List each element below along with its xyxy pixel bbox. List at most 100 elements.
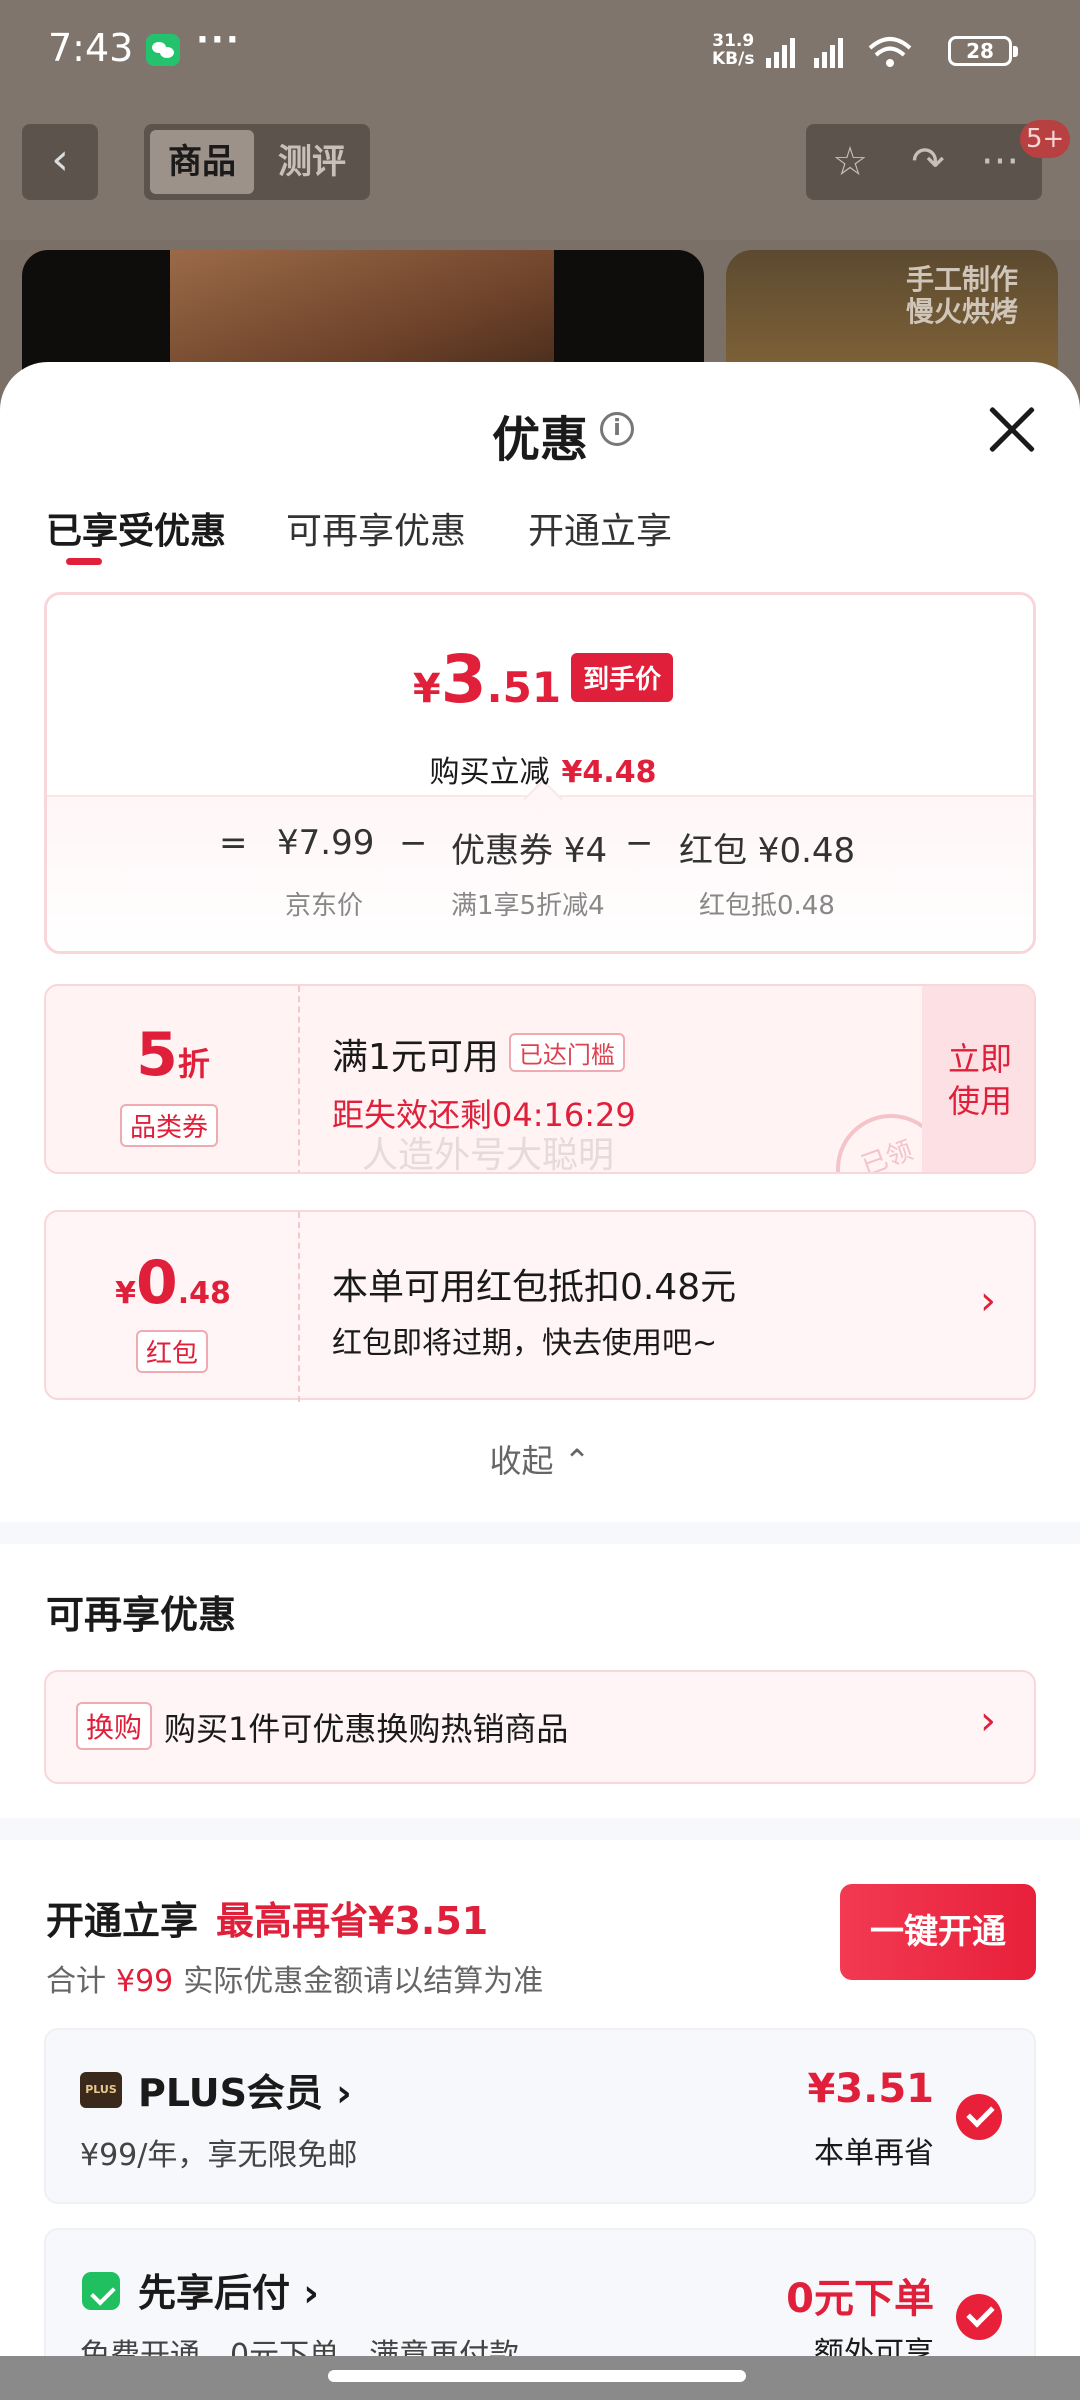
- battery-icon: 28: [948, 36, 1018, 66]
- thumbnail-caption: 手工制作 慢火烘烤: [906, 264, 1018, 328]
- coupon-details: 满1元可用 已达门槛 距失效还剩04:16:29: [332, 1028, 636, 1136]
- tab-enjoyed[interactable]: 已享受优惠: [46, 502, 226, 554]
- pay-later-name[interactable]: 先享后付 ›: [138, 2262, 319, 2317]
- star-icon[interactable]: ☆: [820, 134, 880, 190]
- plus-member-card[interactable]: PLUS PLUS会员 › ¥99/年，享无限免邮 ¥3.51 本单再省: [44, 2028, 1036, 2204]
- chevron-right-icon: ›: [980, 1278, 996, 1324]
- formula-minus: −: [399, 823, 428, 863]
- share-icon[interactable]: ↷: [898, 134, 958, 190]
- plus-member-note: 本单再省: [814, 2136, 934, 2171]
- network-speed-value: 31.9: [712, 31, 755, 51]
- network-speed-unit: KB/s: [712, 49, 755, 69]
- open-enjoy-title-text: 开通立享: [46, 1899, 199, 1943]
- coupon-condition: 满1元可用 已达门槛: [332, 1028, 636, 1080]
- red-packet-integer: 0: [135, 1248, 178, 1318]
- product-nav-bar: ‹ 商品 测评 ☆ ↷ ··· 5+: [0, 100, 1080, 240]
- final-price-decimal: .51: [486, 663, 562, 712]
- coupon-discount-unit: 折: [177, 1045, 210, 1083]
- sheet-title: 优惠: [491, 412, 588, 468]
- tab-review[interactable]: 测评: [260, 130, 364, 194]
- coupon-label: 满1享5折减4: [451, 891, 605, 921]
- formula-equals: =: [219, 823, 248, 863]
- section-divider: [0, 1522, 1080, 1544]
- red-packet-details: 本单可用红包抵扣0.48元 红包即将过期，快去使用吧~: [332, 1258, 736, 1362]
- swap-offer-row[interactable]: 换购 购买1件可优惠换购热销商品 ›: [44, 1670, 1036, 1784]
- total-label: 合计: [46, 1964, 106, 1999]
- more-discounts-title: 可再享优惠: [46, 1593, 237, 1637]
- price-summary-card: = ¥7.99 − 优惠券 ¥4 − 红包 ¥0.48 京东价 满1享5折减4 …: [44, 592, 1036, 954]
- coupon-discount: 5折: [46, 1020, 300, 1090]
- one-click-open-button[interactable]: 一键开通: [840, 1884, 1036, 1980]
- active-tab-indicator: [66, 558, 102, 565]
- thumbnail-caption-line1: 手工制作: [905, 263, 1018, 296]
- tab-open-enjoy[interactable]: 开通立享: [528, 502, 672, 554]
- final-price-currency: ¥: [412, 666, 441, 712]
- instant-reduction-label: 购买立减: [429, 755, 550, 790]
- open-enjoy-title: 开通立享 最高再省¥3.51: [46, 1890, 488, 1945]
- red-packet-subtitle: 红包即将过期，快去使用吧~: [332, 1326, 718, 1361]
- instant-reduction-amount: ¥4.48: [561, 755, 657, 790]
- total-amount: ¥99: [116, 1964, 174, 1999]
- watermark: 人造外号大聪明: [362, 1135, 615, 1174]
- price-breakdown: = ¥7.99 − 优惠券 ¥4 − 红包 ¥0.48 京东价 满1享5折减4 …: [47, 795, 1033, 951]
- coupon-condition-text: 满1元可用: [332, 1037, 499, 1078]
- checked-icon[interactable]: [956, 2094, 1002, 2140]
- red-packet-amount: ¥0.48: [46, 1248, 300, 1318]
- threshold-met-badge: 已达门槛: [508, 1033, 625, 1072]
- close-button[interactable]: [984, 402, 1040, 458]
- tab-more-discounts[interactable]: 可再享优惠: [286, 502, 466, 554]
- price-summary-box: = ¥7.99 − 优惠券 ¥4 − 红包 ¥0.48 京东价 满1享5折减4 …: [44, 592, 1036, 954]
- coupon-card: 5折 品类券 满1元可用 已达门槛 距失效还剩04:16:29 人造外号大聪明 已…: [44, 984, 1036, 1174]
- coupon-discount-value: 5: [136, 1020, 178, 1090]
- red-packet-currency: ¥: [115, 1276, 136, 1311]
- formula-red-packet: 红包 ¥0.48: [679, 831, 856, 871]
- formula-minus: −: [625, 823, 654, 863]
- network-speed: 31.9 KB/s: [712, 32, 754, 68]
- instant-reduction: 购买立减 ¥4.48: [47, 747, 1033, 791]
- info-icon[interactable]: i: [600, 412, 634, 446]
- status-bar: 7:43 ··· 31.9 KB/s 28: [0, 0, 1080, 100]
- open-enjoy-subtitle: 合计 ¥99 实际优惠金额请以结算为准: [46, 1956, 543, 2000]
- thumbnail-caption-line2: 慢火烘烤: [905, 295, 1018, 328]
- status-time: 7:43: [48, 26, 134, 70]
- red-packet-value-area: ¥0.48 红包: [46, 1212, 300, 1402]
- coupon-type-tag: 品类券: [120, 1104, 219, 1147]
- plus-logo-icon: PLUS: [80, 2072, 122, 2108]
- final-price-integer: 3: [440, 641, 487, 718]
- checked-icon[interactable]: [956, 2294, 1002, 2340]
- message-badge: 5+: [1020, 120, 1071, 158]
- home-indicator[interactable]: [328, 2370, 746, 2382]
- signal-wifi-icons: [766, 37, 912, 68]
- jd-price-label: 京东价: [285, 891, 364, 921]
- back-button[interactable]: ‹: [22, 124, 98, 200]
- discount-sheet: 优惠 i 已享受优惠 可再享优惠 开通立享 = ¥7.99 − 优惠券 ¥4 −…: [0, 362, 1080, 2400]
- use-coupon-button[interactable]: 立即 使用: [922, 986, 1034, 1172]
- chevron-right-icon: ›: [980, 1698, 996, 1744]
- use-coupon-label-line2: 使用: [947, 1082, 1012, 1120]
- wechat-notification-icon: [146, 34, 180, 66]
- red-packet-label: 红包抵0.48: [699, 891, 835, 921]
- collapse-button[interactable]: 收起 ⌃: [0, 1436, 1080, 1482]
- final-price: ¥3.51 到手价: [47, 641, 1033, 718]
- nav-actions: ☆ ↷ ···: [806, 124, 1042, 200]
- red-packet-card[interactable]: ¥0.48 红包 本单可用红包抵扣0.48元 红包即将过期，快去使用吧~ ›: [44, 1210, 1036, 1402]
- max-save-text: 最高再省¥3.51: [216, 1899, 489, 1943]
- formula-jd-price: ¥7.99: [277, 823, 375, 863]
- plus-member-name[interactable]: PLUS会员 ›: [138, 2062, 352, 2117]
- pay-later-value: 0元下单: [786, 2276, 934, 2322]
- plus-member-save: ¥3.51: [807, 2066, 934, 2112]
- coupon-value-area: 5折 品类券: [46, 986, 300, 1172]
- shopping-bag-icon: [82, 2272, 120, 2310]
- plus-member-desc: ¥99/年，享无限免邮: [80, 2138, 358, 2173]
- settlement-note: 实际优惠金额请以结算为准: [183, 1964, 544, 1999]
- nav-tabs: 商品 测评: [144, 124, 370, 200]
- swap-tag: 换购: [76, 1702, 153, 1750]
- tab-goods[interactable]: 商品: [150, 130, 254, 194]
- section-divider: [0, 1818, 1080, 1840]
- swap-offer-text: 购买1件可优惠换购热销商品: [164, 1710, 569, 1748]
- final-price-tag: 到手价: [571, 653, 674, 702]
- more-notifications-icon: ···: [196, 20, 241, 60]
- red-packet-decimal: .48: [177, 1276, 231, 1311]
- red-packet-title: 本单可用红包抵扣0.48元: [332, 1267, 737, 1308]
- use-coupon-label-line1: 立即: [947, 1040, 1012, 1078]
